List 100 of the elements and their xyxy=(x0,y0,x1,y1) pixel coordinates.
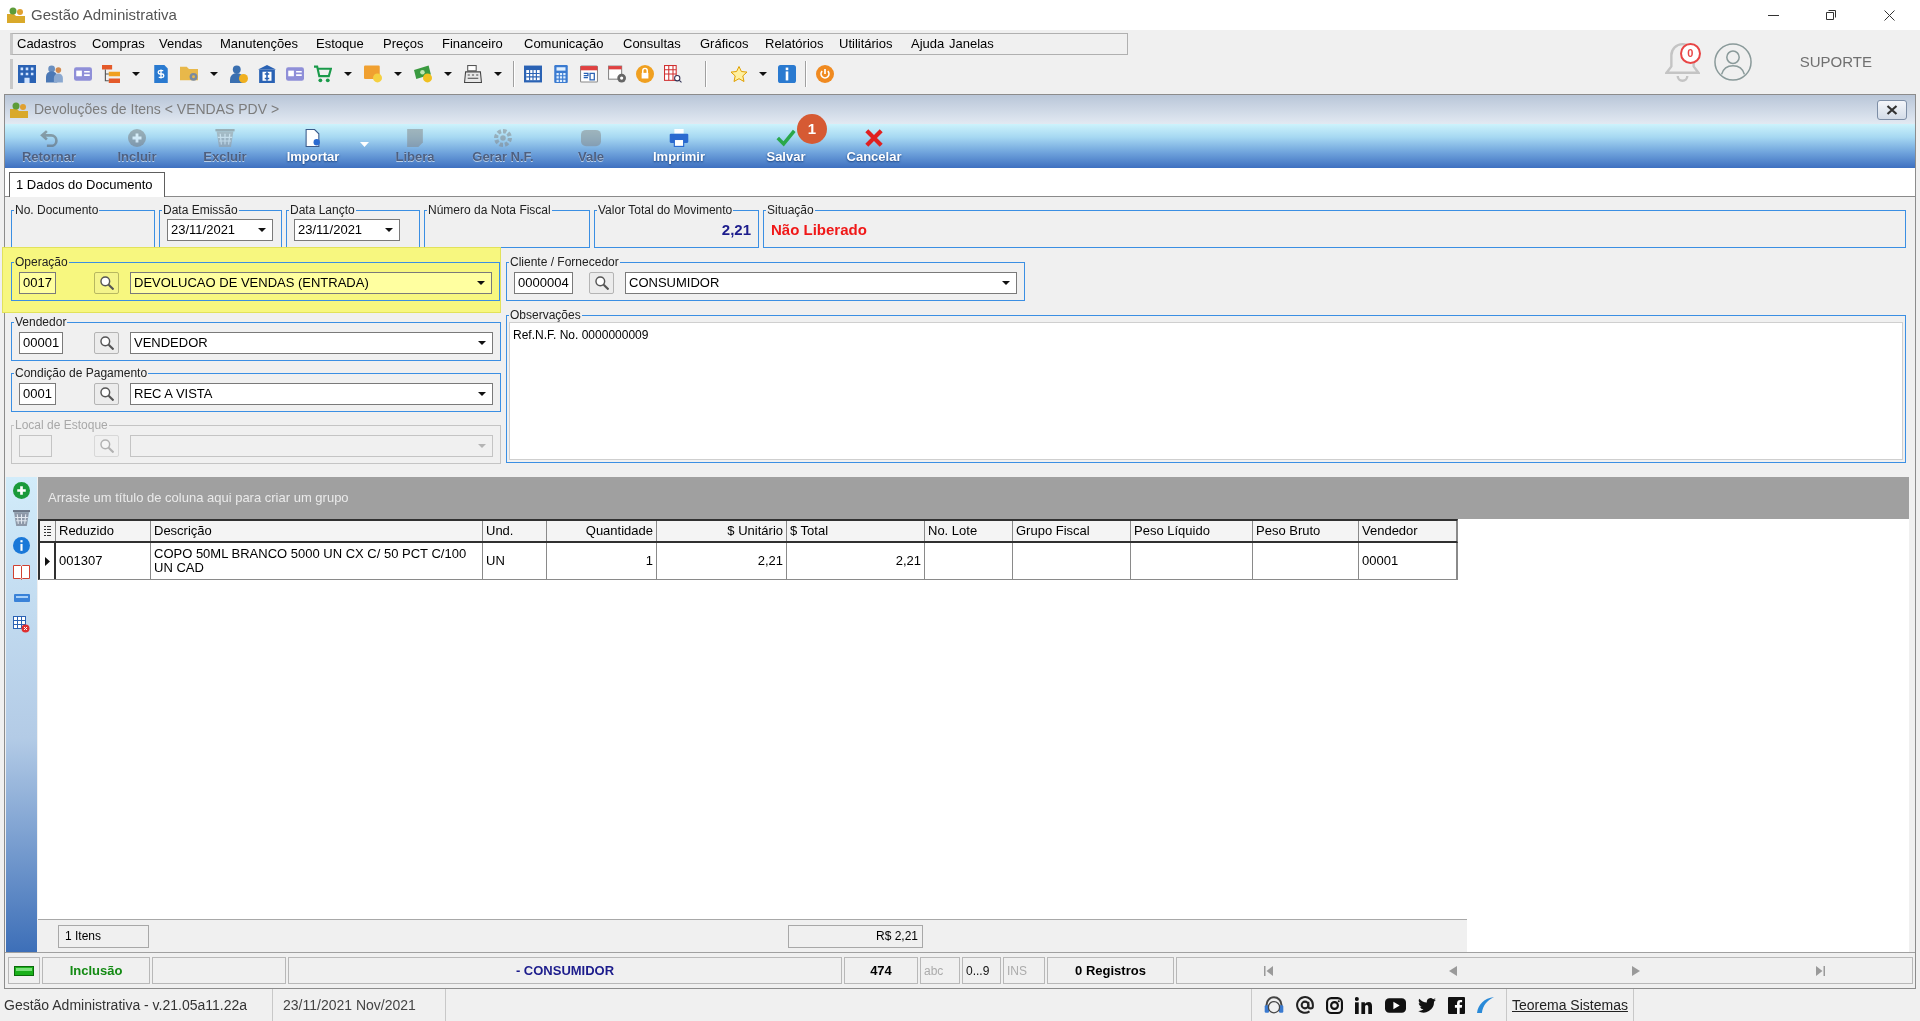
twitter-icon[interactable] xyxy=(1417,997,1436,1013)
folder-icon[interactable] xyxy=(180,65,198,83)
column-header[interactable]: Quantidade xyxy=(547,521,657,541)
caret-icon[interactable] xyxy=(394,72,402,76)
caret-icon[interactable] xyxy=(759,72,767,76)
dropdown-field[interactable]: DEVOLUCAO DE VENDAS (ENTRADA) xyxy=(130,272,492,294)
dropdown-field[interactable]: CONSUMIDOR xyxy=(625,272,1017,294)
next-icon[interactable] xyxy=(1632,965,1641,976)
bank-icon[interactable] xyxy=(258,65,276,83)
column-header[interactable]: $ Unitário xyxy=(657,521,787,541)
menu-item[interactable]: Compras xyxy=(88,34,155,54)
caret-icon[interactable] xyxy=(444,72,452,76)
column-header[interactable]: No. Lote xyxy=(925,521,1013,541)
building-icon[interactable] xyxy=(18,65,36,83)
menu-item[interactable]: Ajuda xyxy=(907,34,945,54)
menu-item[interactable]: Preços xyxy=(379,34,438,54)
caret-icon[interactable] xyxy=(344,72,352,76)
table-delete-icon[interactable] xyxy=(13,616,30,633)
money-icon[interactable] xyxy=(414,65,432,83)
menu-item[interactable]: Financeiro xyxy=(438,34,520,54)
column-header[interactable]: Reduzido xyxy=(56,521,151,541)
column-header[interactable]: Grupo Fiscal xyxy=(1013,521,1131,541)
calculator-icon[interactable] xyxy=(552,65,570,83)
menu-item[interactable]: Gráficos xyxy=(696,34,761,54)
menu-item[interactable]: Estoque xyxy=(312,34,379,54)
search-button[interactable] xyxy=(94,272,119,294)
caret-icon[interactable] xyxy=(494,72,502,76)
calendar-icon[interactable] xyxy=(524,65,542,83)
document-icon[interactable] xyxy=(152,65,170,83)
calendar-icon[interactable] xyxy=(580,65,598,83)
search-button[interactable] xyxy=(94,332,119,354)
column-header[interactable]: Peso Líquido xyxy=(1131,521,1253,541)
bar-icon[interactable] xyxy=(13,594,30,602)
menu-item[interactable]: Janelas xyxy=(945,34,1009,54)
caret-icon xyxy=(1002,281,1010,285)
menu-item[interactable]: Manutenções xyxy=(216,34,312,54)
instagram-icon[interactable] xyxy=(1326,996,1344,1014)
code-field[interactable]: 00001 xyxy=(19,332,64,354)
star-icon[interactable] xyxy=(730,65,748,83)
people-icon[interactable] xyxy=(46,65,64,83)
caret-icon[interactable] xyxy=(210,72,218,76)
notification-badge: 1 xyxy=(797,114,827,144)
status-value: Não Liberado xyxy=(771,219,867,240)
caret-icon xyxy=(359,141,369,147)
menu-item[interactable]: Vendas xyxy=(155,34,216,54)
caret-icon[interactable] xyxy=(132,72,140,76)
linkedin-icon[interactable] xyxy=(1355,996,1373,1014)
gear-icon xyxy=(493,128,513,147)
cart-icon[interactable] xyxy=(314,65,332,83)
menu-item[interactable]: Utilitários xyxy=(835,34,907,54)
search-button[interactable] xyxy=(589,272,614,294)
bell-icon[interactable] xyxy=(1664,42,1700,82)
menu-item[interactable]: Comunicação xyxy=(520,34,619,54)
previous-icon[interactable] xyxy=(1448,965,1457,976)
dropdown-field[interactable]: VENDEDOR xyxy=(130,332,493,354)
table-search-icon[interactable] xyxy=(664,65,682,83)
website-link[interactable]: Teorema Sistemas xyxy=(1512,994,1628,1016)
power-icon[interactable] xyxy=(816,65,834,83)
column-header[interactable]: Vendedor xyxy=(1359,521,1457,541)
table-cell: 1 xyxy=(547,543,657,579)
user-name[interactable]: SUPORTE xyxy=(1799,50,1872,74)
info-icon[interactable] xyxy=(778,65,796,83)
last-icon[interactable] xyxy=(1815,965,1825,976)
code-field[interactable]: 0001 xyxy=(19,383,56,405)
date-field[interactable]: 23/11/2021 xyxy=(167,219,273,241)
column-header[interactable]: Peso Bruto xyxy=(1253,521,1359,541)
date-field[interactable]: 23/11/2021 xyxy=(294,219,400,241)
menu-item[interactable]: Consultas xyxy=(619,34,696,54)
tile-icon xyxy=(581,128,601,147)
person-icon[interactable] xyxy=(230,65,248,83)
hierarchy-icon[interactable] xyxy=(102,65,120,83)
column-header[interactable]: Descrição xyxy=(151,521,483,541)
column-header[interactable]: $ Total xyxy=(787,521,925,541)
notes-field[interactable]: Ref.N.F. No. 0000000009 xyxy=(509,322,1903,460)
trash-icon[interactable] xyxy=(13,510,30,526)
youtube-icon[interactable] xyxy=(1384,997,1406,1013)
swoosh-icon[interactable] xyxy=(1476,997,1494,1013)
calendar-gear-icon[interactable] xyxy=(608,65,626,83)
undo-icon xyxy=(39,128,59,147)
card-icon[interactable] xyxy=(286,65,304,83)
code-field[interactable]: 0017 xyxy=(19,272,56,294)
cash-register-icon[interactable] xyxy=(464,65,482,83)
user-icon[interactable] xyxy=(1713,43,1752,81)
menu-item[interactable]: Relatórios xyxy=(761,34,835,54)
at-sign-icon[interactable] xyxy=(1296,996,1315,1014)
code-field[interactable]: 0000004 xyxy=(514,272,573,294)
card-icon[interactable] xyxy=(74,65,92,83)
menu-item[interactable]: Cadastros xyxy=(13,34,88,54)
add-icon[interactable] xyxy=(13,482,30,499)
search-button[interactable] xyxy=(94,383,119,405)
close-button[interactable] xyxy=(1877,99,1907,120)
facebook-icon[interactable] xyxy=(1447,996,1465,1014)
tab[interactable]: 1 Dados do Documento xyxy=(9,172,165,197)
book-icon[interactable] xyxy=(13,565,30,580)
first-icon[interactable] xyxy=(1264,965,1274,976)
column-chooser-icon[interactable] xyxy=(44,526,51,536)
column-header[interactable]: Und. xyxy=(483,521,547,541)
headset-icon[interactable] xyxy=(1264,996,1285,1014)
info-icon[interactable] xyxy=(13,537,30,554)
dropdown-field[interactable]: REC A VISTA xyxy=(130,383,493,405)
